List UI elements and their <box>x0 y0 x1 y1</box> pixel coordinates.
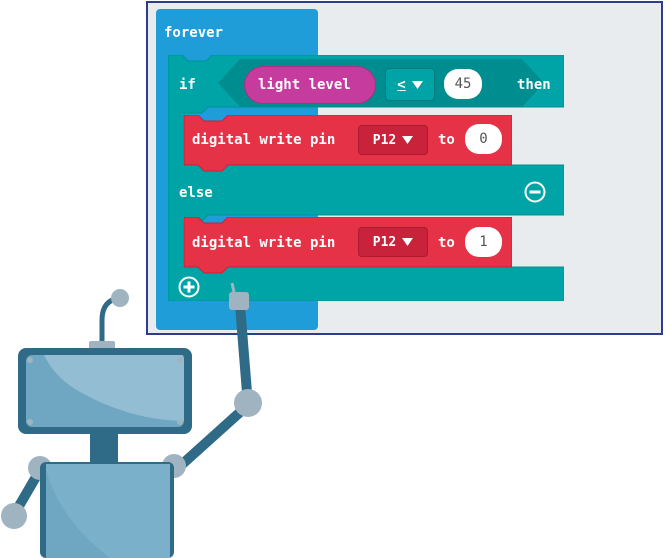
else-label: else <box>179 185 213 201</box>
robot-antenna <box>99 295 123 348</box>
light-level-label: light level <box>258 77 351 93</box>
forever-label: forever <box>164 25 224 41</box>
caret-down-icon <box>402 238 414 246</box>
light-level-block[interactable]: light level <box>244 66 376 104</box>
pin-dropdown-1[interactable]: P12 <box>358 125 428 155</box>
threshold-value: 45 <box>454 76 472 92</box>
to-label-1: to <box>438 132 455 148</box>
caret-down-icon <box>411 80 423 89</box>
operator-dropdown[interactable]: < <box>385 68 435 101</box>
code-workspace[interactable]: forever if light level < 45 then else di… <box>146 1 663 335</box>
pin-dropdown-2[interactable]: P12 <box>358 227 428 257</box>
pin-value-1: P12 <box>372 132 397 148</box>
plus-circle-icon[interactable] <box>178 276 200 298</box>
then-label: then <box>517 77 551 93</box>
robot-body <box>40 462 174 558</box>
value-1: 0 <box>479 131 488 147</box>
threshold-input[interactable]: 45 <box>444 69 482 99</box>
if-label: if <box>179 77 196 93</box>
value-input-2[interactable]: 1 <box>465 227 502 257</box>
digital-write-label: digital write pin <box>192 235 336 251</box>
minus-circle-icon[interactable] <box>524 181 546 203</box>
operator-value: < <box>397 76 406 93</box>
value-2: 1 <box>479 234 488 250</box>
pin-value-2: P12 <box>372 234 397 250</box>
digital-write-block-2[interactable]: digital write pin P12 to 1 <box>184 217 512 274</box>
digital-write-block-1[interactable]: digital write pin P12 to 0 <box>184 115 512 172</box>
to-label-2: to <box>438 235 455 251</box>
robot-head <box>18 348 192 434</box>
value-input-1[interactable]: 0 <box>465 124 502 154</box>
robot-antenna-tip <box>111 289 129 307</box>
digital-write-label: digital write pin <box>192 132 336 148</box>
caret-down-icon <box>402 136 414 144</box>
